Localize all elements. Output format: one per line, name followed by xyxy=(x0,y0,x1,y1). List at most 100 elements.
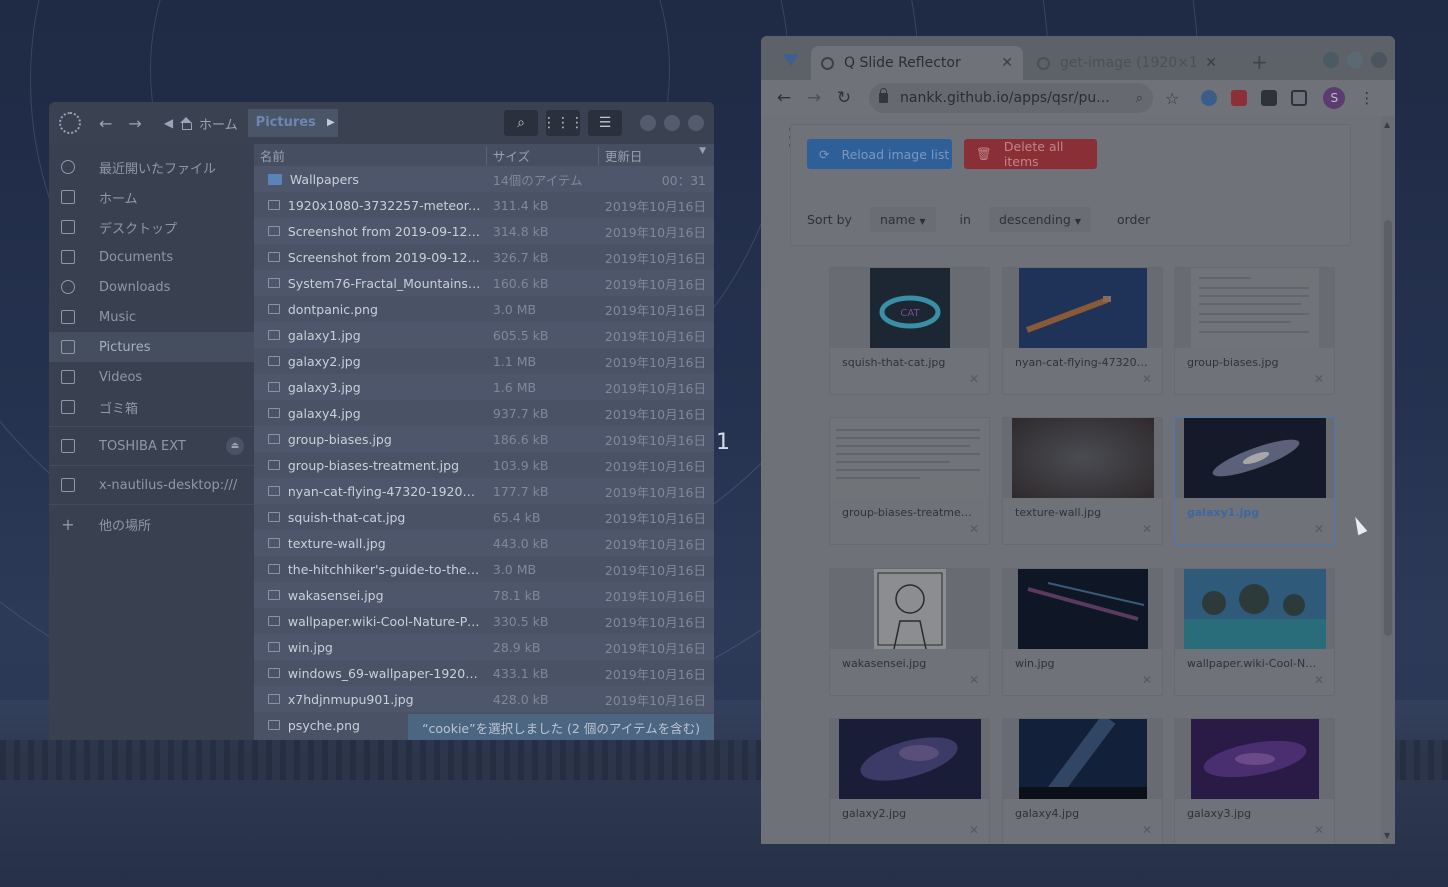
scroll-up-icon[interactable]: ▲ xyxy=(1384,120,1390,129)
remove-item-icon[interactable]: ✕ xyxy=(1142,372,1152,386)
sidebar-item-trash[interactable]: ゴミ箱 xyxy=(49,392,254,422)
sidebar-item-downloads[interactable]: Downloads xyxy=(49,272,254,302)
file-row[interactable]: dontpanic.png 3.0 MB 2019年10月16日 xyxy=(254,296,714,322)
file-row[interactable]: the-hitchhiker's-guide-to-the-... 3.0 MB 2… xyxy=(254,556,714,582)
remove-item-icon[interactable]: ✕ xyxy=(1142,823,1152,837)
file-row[interactable]: System76-Fractal_Mountains-... 160.6 kB 20… xyxy=(253,270,714,296)
file-row[interactable]: galaxy1.jpg 605.5 kB 2019年10月16日 xyxy=(253,322,714,348)
bookmark-star-icon[interactable]: ☆ xyxy=(1165,89,1179,108)
scroll-down-icon[interactable]: ▼ xyxy=(1384,831,1390,840)
reload-image-list-button[interactable]: ⟳ Reload image list xyxy=(807,139,952,169)
file-row[interactable]: galaxy4.jpg 937.7 kB 2019年10月16日 xyxy=(254,400,714,426)
path-right-arrow-icon[interactable]: ▶ xyxy=(323,109,338,137)
remove-item-icon[interactable]: ✕ xyxy=(1314,372,1324,386)
file-row[interactable]: Screenshot from 2019-09-12 1... 326.7 kB 2… xyxy=(254,244,714,270)
image-card[interactable]: galaxy1.jpg ✕ xyxy=(1174,417,1335,545)
close-tab-icon[interactable]: ✕ xyxy=(1205,55,1217,71)
path-left-arrow-icon[interactable]: ◀ xyxy=(164,116,173,130)
forward-icon[interactable]: → xyxy=(128,114,141,133)
file-row[interactable]: group-biases.jpg 186.6 kB 2019年10月16日 xyxy=(253,426,714,452)
sidebar-item-recent[interactable]: 最近開いたファイル xyxy=(49,152,254,182)
sort-direction-dropdown[interactable]: descending ▼ xyxy=(988,207,1091,232)
eject-icon[interactable]: ⏏ xyxy=(225,437,244,455)
grid-view-button[interactable]: ⋮⋮⋮ xyxy=(542,110,584,136)
file-row[interactable]: texture-wall.jpg 443.0 kB 2019年10月16日 xyxy=(253,530,714,556)
zoom-icon[interactable]: ⌕ xyxy=(1136,91,1143,106)
extension-icon[interactable] xyxy=(1201,90,1218,106)
image-card[interactable]: galaxy2.jpg ✕ xyxy=(829,718,990,844)
image-card[interactable]: nyan-cat-flying-47320-19... ✕ xyxy=(1002,267,1163,395)
remove-item-icon[interactable]: ✕ xyxy=(1314,522,1324,536)
remove-item-icon[interactable]: ✕ xyxy=(969,673,979,687)
file-row[interactable]: galaxy3.jpg 1.6 MB 2019年10月16日 xyxy=(253,374,714,400)
extension-icon[interactable] xyxy=(1261,90,1278,106)
sort-field-dropdown[interactable]: name ▼ xyxy=(869,207,936,232)
remove-item-icon[interactable]: ✕ xyxy=(969,372,979,386)
file-row[interactable]: nyan-cat-flying-47320-1920x1... 177.7 kB 2… xyxy=(253,478,714,504)
sidebar-item-videos[interactable]: Videos xyxy=(49,362,254,392)
close-button[interactable] xyxy=(1371,52,1387,68)
image-card[interactable]: texture-wall.jpg ✕ xyxy=(1002,417,1163,545)
column-name[interactable]: 名前 xyxy=(254,145,487,165)
reload-icon[interactable]: ↻ xyxy=(829,88,859,108)
file-row[interactable]: Wallpapers 14個のアイテム 00：31 xyxy=(253,166,714,192)
search-button[interactable]: ⌕ xyxy=(504,110,538,136)
file-row[interactable]: x7hdjnmupu901.jpg 428.0 kB 2019年10月16日 xyxy=(253,686,714,712)
image-card[interactable]: wakasensei.jpg ✕ xyxy=(829,568,990,696)
profile-avatar[interactable]: S xyxy=(1323,87,1346,109)
sidebar-item-network[interactable]: x-nautilus-desktop:/// xyxy=(49,470,254,500)
remove-item-icon[interactable]: ✕ xyxy=(1142,522,1152,536)
file-row[interactable]: windows_69-wallpaper-1920x... 433.1 kB 201… xyxy=(254,660,714,686)
close-button[interactable] xyxy=(688,115,704,131)
file-row[interactable]: Screenshot from 2019-09-12 1... 314.8 kB 2… xyxy=(253,218,714,244)
column-size[interactable]: サイズ xyxy=(487,145,599,165)
path-current-folder[interactable]: Pictures xyxy=(247,109,324,137)
sidebar-item-toshiba[interactable]: TOSHIBA EXT ⏏ xyxy=(49,431,254,461)
file-row[interactable]: win.jpg 28.9 kB 2019年10月16日 xyxy=(253,634,714,660)
extension-icon[interactable] xyxy=(1291,90,1308,106)
address-bar[interactable]: nankk.github.io/apps/qsr/pu... ⌕ xyxy=(869,83,1153,113)
column-modified[interactable]: 更新日 ▼ xyxy=(599,146,714,165)
new-tab-icon[interactable]: + xyxy=(1251,50,1268,74)
page-scrollbar[interactable]: ▲ ▼ xyxy=(1381,116,1395,844)
tab-get-image[interactable]: get-image (1920×1080) ✕ xyxy=(1027,46,1227,80)
sidebar-item-home[interactable]: ホーム xyxy=(49,182,254,212)
file-row[interactable]: wallpaper.wiki-Cool-Nature-Pi... 330.5 kB… xyxy=(254,608,714,634)
sidebar-item-documents[interactable]: Documents xyxy=(49,242,254,272)
image-card[interactable]: CAT squish-that-cat.jpg ✕ xyxy=(829,267,990,395)
ublock-icon[interactable] xyxy=(1231,90,1248,106)
menu-button[interactable]: ☰ xyxy=(588,110,622,136)
image-card[interactable]: group-biases.jpg ✕ xyxy=(1174,267,1335,395)
file-row[interactable]: galaxy2.jpg 1.1 MB 2019年10月16日 xyxy=(254,348,714,374)
minimize-button[interactable] xyxy=(640,115,656,131)
back-icon[interactable]: ← xyxy=(769,88,799,108)
remove-item-icon[interactable]: ✕ xyxy=(969,823,979,837)
scrollbar-thumb[interactable] xyxy=(1384,220,1392,636)
file-row[interactable]: wakasensei.jpg 78.1 kB 2019年10月16日 xyxy=(253,582,714,608)
file-row[interactable]: group-biases-treatment.jpg 103.9 kB 2019年1… xyxy=(254,452,714,478)
sidebar-item-other-locations[interactable]: + 他の場所 xyxy=(49,509,254,539)
image-card[interactable]: galaxy4.jpg ✕ xyxy=(1002,718,1163,844)
minimize-button[interactable] xyxy=(1323,52,1339,68)
file-row[interactable]: 1920x1080-3732257-meteor-s... 311.4 kB 201… xyxy=(254,192,714,218)
maximize-button[interactable] xyxy=(1347,52,1363,68)
image-card[interactable]: galaxy3.jpg ✕ xyxy=(1174,718,1335,844)
remove-item-icon[interactable]: ✕ xyxy=(969,522,979,536)
tab-q-slide-reflector[interactable]: Q Slide Reflector ✕ xyxy=(811,46,1023,80)
remove-item-icon[interactable]: ✕ xyxy=(1142,673,1152,687)
image-card[interactable]: group-biases-treatment.j... ✕ xyxy=(829,417,990,545)
image-card[interactable]: win.jpg ✕ xyxy=(1002,568,1163,696)
activity-icon[interactable] xyxy=(59,112,81,134)
forward-icon[interactable]: → xyxy=(799,88,829,108)
delete-all-items-button[interactable]: 🗑 Delete all items xyxy=(964,139,1097,169)
kebab-menu-icon[interactable]: ⋮ xyxy=(1359,89,1374,107)
sidebar-item-desktop[interactable]: デスクトップ xyxy=(49,212,254,242)
remove-item-icon[interactable]: ✕ xyxy=(1314,673,1324,687)
file-row[interactable]: squish-that-cat.jpg 65.4 kB 2019年10月16日 xyxy=(254,504,714,530)
sidebar-item-pictures[interactable]: Pictures xyxy=(49,332,254,362)
close-tab-icon[interactable]: ✕ xyxy=(1001,55,1013,71)
sidebar-item-music[interactable]: Music xyxy=(49,302,254,332)
image-card[interactable]: wallpaper.wiki-Cool-Natu... ✕ xyxy=(1174,568,1335,696)
back-icon[interactable]: ← xyxy=(99,114,112,133)
maximize-button[interactable] xyxy=(664,115,680,131)
